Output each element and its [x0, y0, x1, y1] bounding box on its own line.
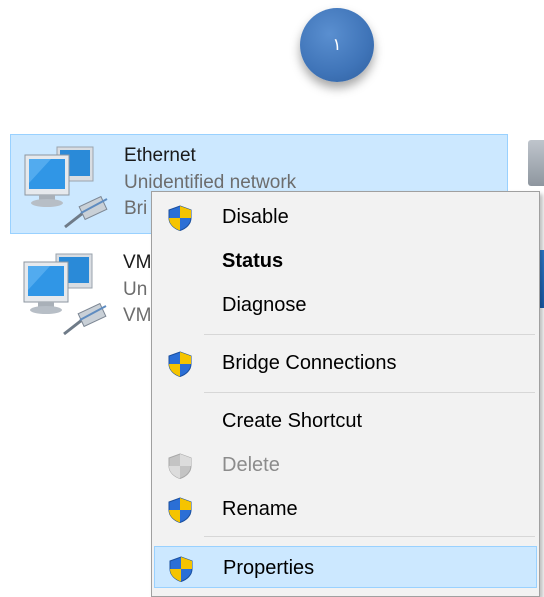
menu-item-label: Create Shortcut [222, 410, 363, 432]
menu-separator [204, 334, 535, 335]
network-adapter-icon [23, 253, 107, 336]
menu-item-properties[interactable]: Properties [154, 546, 537, 588]
menu-item-label: Status [222, 250, 284, 272]
menu-item-rename[interactable]: Rename [154, 488, 537, 530]
network-adapter-icon [24, 146, 108, 229]
menu-item-diagnose[interactable]: Diagnose [154, 284, 537, 326]
menu-item-label: Rename [222, 498, 298, 520]
partial-network-icon [528, 140, 544, 186]
menu-separator [204, 536, 535, 537]
menu-item-status[interactable]: Status [154, 240, 537, 282]
menu-item-label: Properties [223, 557, 315, 579]
uac-shield-icon [168, 453, 192, 480]
connection-device: VM [123, 305, 152, 326]
uac-shield-icon [169, 556, 193, 583]
step-number-badge: ١ [300, 8, 374, 82]
context-menu: Disable Status Diagnose Bridge Connectio… [151, 191, 540, 597]
step-number: ١ [332, 35, 342, 54]
connection-status: Un [123, 279, 148, 300]
connection-name: VM [123, 252, 152, 273]
uac-shield-icon [168, 205, 192, 232]
uac-shield-icon [168, 497, 192, 524]
menu-item-delete: Delete [154, 444, 537, 486]
menu-item-bridge-connections[interactable]: Bridge Connections [154, 342, 537, 384]
menu-item-disable[interactable]: Disable [154, 196, 537, 238]
menu-item-label: Delete [222, 454, 280, 476]
uac-shield-icon [168, 351, 192, 378]
connection-name: Ethernet [124, 145, 196, 166]
menu-item-create-shortcut[interactable]: Create Shortcut [154, 400, 537, 442]
menu-item-label: Bridge Connections [222, 352, 397, 374]
menu-item-label: Diagnose [222, 294, 307, 316]
menu-separator [204, 392, 535, 393]
menu-item-label: Disable [222, 206, 289, 228]
connection-device: Bri [124, 198, 148, 219]
